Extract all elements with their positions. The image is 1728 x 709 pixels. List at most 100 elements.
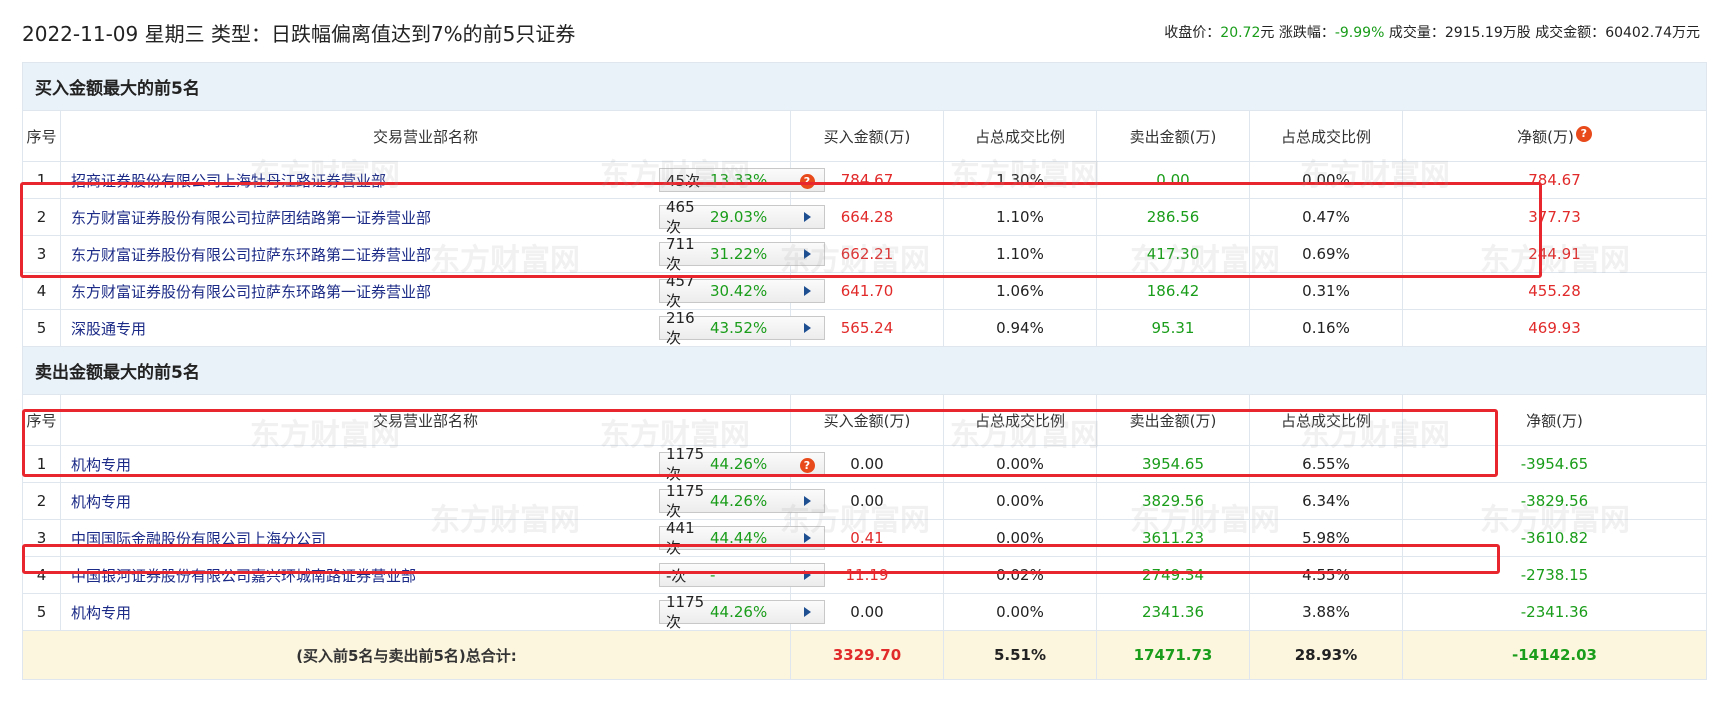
broker-cell: 东方财富证券股份有限公司拉萨团结路第一证券营业部 465次 29.03% (60, 198, 825, 236)
sell-amount: 3829.56 (1096, 482, 1250, 520)
buy-ratio: 1.06% (943, 272, 1097, 310)
trade-times: 1175次 (666, 481, 705, 520)
broker-cell-wrap: 东方财富证券股份有限公司拉萨团结路第一证券营业部 465次 29.03% (71, 198, 825, 236)
trade-times: 457次 (666, 271, 695, 310)
broker-name-link[interactable]: 东方财富证券股份有限公司拉萨团结路第一证券营业部 (71, 207, 431, 228)
sell-ratio: 4.55% (1249, 556, 1403, 594)
broker-cell-wrap: 招商证券股份有限公司上海牡丹江路证券营业部 45次 13.33%? (71, 162, 825, 198)
win-rate: 44.26% (710, 603, 768, 621)
play-arrow-icon (803, 607, 811, 617)
column-header-label: 卖出金额(万) (1129, 411, 1217, 430)
broker-stats-button[interactable]: 457次 30.42% (659, 272, 825, 310)
buy-ratio: 1.10% (943, 198, 1097, 236)
net-amount: 469.93 (1402, 309, 1707, 347)
close-value: 20.72 (1220, 25, 1261, 41)
net-amount: -3610.82 (1402, 519, 1707, 557)
row-seq: 4 (22, 272, 61, 310)
arrow-icon[interactable] (796, 282, 818, 300)
row-seq: 3 (22, 235, 61, 273)
broker-cell: 深股通专用 216次 43.52% (60, 309, 825, 347)
total-buy: 3329.70 (790, 630, 944, 680)
broker-cell: 东方财富证券股份有限公司拉萨东环路第二证券营业部 711次 31.22% (60, 235, 825, 273)
broker-name-link[interactable]: 机构专用 (71, 454, 131, 475)
sell-ratio: 0.31% (1249, 272, 1403, 310)
trade-times: -次 (666, 566, 687, 585)
column-header-label: 买入金额(万) (823, 411, 911, 430)
table-row: 5 深股通专用 216次 43.52% 565.24 0.94% 95.31 0.16% 469… (22, 309, 1707, 347)
arrow-icon[interactable] (796, 529, 818, 547)
row-seq: 1 (22, 161, 61, 199)
trade-times: 441次 (666, 518, 695, 557)
top-bar: 2022-11-09 星期三 类型：日跌幅偏离值达到7%的前5只证券 收盘价：2… (22, 14, 1706, 50)
arrow-icon[interactable] (796, 566, 818, 584)
sell-ratio: 0.47% (1249, 198, 1403, 236)
column-header-name: 交易营业部名称 (60, 110, 791, 162)
broker-name-link[interactable]: 深股通专用 (71, 318, 146, 339)
net-amount: 455.28 (1402, 272, 1707, 310)
broker-stats-button[interactable]: 45次 13.33%? (659, 168, 825, 192)
broker-stats-button[interactable]: 441次 44.44% (659, 519, 825, 557)
win-rate: 13.33% (710, 171, 768, 189)
sell-column-headers: 序号 交易营业部名称 买入金额(万) 占总成交比例 卖出金额(万) 占总成交比例 净额(万) (22, 394, 1707, 446)
column-header-sell: 卖出金额(万) (1096, 394, 1250, 446)
trade-times: 45次 (666, 171, 701, 190)
broker-cell-wrap: 中国国际金融股份有限公司上海分公司 441次 44.44% (71, 519, 825, 557)
net-amount: -3954.65 (1402, 445, 1707, 483)
row-seq: 2 (22, 198, 61, 236)
broker-cell: 机构专用 1175次 44.26% (60, 482, 825, 520)
sell-section-header-title: 卖出金额最大的前5名 (22, 346, 1707, 395)
trade-times: 1175次 (666, 444, 705, 483)
page-title: 2022-11-09 星期三 类型：日跌幅偏离值达到7%的前5只证券 (22, 22, 576, 46)
play-arrow-icon (803, 570, 811, 580)
broker-stats-button[interactable]: 1175次 44.26% (659, 593, 825, 631)
table-row: 5 机构专用 1175次 44.26% 0.00 0.00% 2341.36 3.88% -23… (22, 593, 1707, 631)
broker-name-link[interactable]: 机构专用 (71, 602, 131, 623)
arrow-icon[interactable] (796, 603, 818, 621)
broker-stats-button[interactable]: 1175次 44.26% (659, 482, 825, 520)
broker-name-link[interactable]: 东方财富证券股份有限公司拉萨东环路第二证券营业部 (71, 244, 431, 265)
broker-stats-button[interactable]: 216次 43.52% (659, 309, 825, 347)
column-header-label: 净额(万) (1526, 411, 1583, 430)
arrow-icon[interactable] (796, 319, 818, 337)
broker-stats-button[interactable]: 711次 31.22% (659, 235, 825, 273)
table-row: 1 机构专用 1175次 44.26%? 0.00 0.00% 3954.65 6.55% -3… (22, 445, 1707, 483)
broker-name-link[interactable]: 东方财富证券股份有限公司拉萨东环路第一证券营业部 (71, 281, 431, 302)
broker-cell-wrap: 深股通专用 216次 43.52% (71, 309, 825, 347)
close-label: 收盘价： (1164, 25, 1221, 41)
buy-ratio: 0.00% (943, 519, 1097, 557)
arrow-icon[interactable] (796, 245, 818, 263)
help-question-icon[interactable]: ? (1575, 125, 1592, 142)
sell-amount: 3954.65 (1096, 445, 1250, 483)
broker-stats-button[interactable]: 1175次 44.26%? (659, 445, 825, 483)
buy-ratio: 0.02% (943, 556, 1097, 594)
total-row: (买入前5名与卖出前5名)总合计: 3329.70 5.51% 17471.73 28.… (22, 630, 1707, 680)
arrow-icon[interactable] (796, 208, 818, 226)
column-header-seq: 序号 (22, 110, 61, 162)
sell-amount: 2749.34 (1096, 556, 1250, 594)
question-icon[interactable]: ? (796, 171, 818, 189)
buy-section-header-title: 买入金额最大的前5名 (22, 62, 1707, 111)
sell-ratio: 6.55% (1249, 445, 1403, 483)
play-arrow-icon (803, 496, 811, 506)
arrow-icon[interactable] (796, 492, 818, 510)
broker-name-link[interactable]: 招商证券股份有限公司上海牡丹江路证券营业部 (71, 170, 386, 191)
column-header-name: 交易营业部名称 (60, 394, 791, 446)
change-label: 涨跌幅： (1278, 25, 1335, 41)
question-icon[interactable]: ? (796, 455, 818, 473)
broker-stats-button[interactable]: 465次 29.03% (659, 198, 825, 236)
table-row: 3 中国国际金融股份有限公司上海分公司 441次 44.44% 0.41 0.00% 361… (22, 519, 1707, 557)
broker-stats-button[interactable]: -次 - (659, 563, 825, 587)
play-arrow-icon (803, 249, 811, 259)
amount-label: 成交金额： (1535, 25, 1606, 41)
win-rate: 43.52% (710, 319, 768, 337)
column-header-buy-ratio: 占总成交比例 (943, 110, 1097, 162)
column-header-label: 占总成交比例 (974, 127, 1065, 146)
broker-name-link[interactable]: 中国国际金融股份有限公司上海分公司 (71, 528, 326, 549)
broker-cell: 机构专用 1175次 44.26%? (60, 445, 825, 483)
broker-cell-wrap: 机构专用 1175次 44.26% (71, 593, 825, 631)
win-rate: 31.22% (710, 245, 768, 263)
win-rate: 29.03% (710, 208, 768, 226)
broker-name-link[interactable]: 中国银河证券股份有限公司嘉兴环城南路证券营业部 (71, 565, 416, 586)
broker-name-link[interactable]: 机构专用 (71, 491, 131, 512)
column-header-net: 净额(万)? (1402, 110, 1707, 162)
